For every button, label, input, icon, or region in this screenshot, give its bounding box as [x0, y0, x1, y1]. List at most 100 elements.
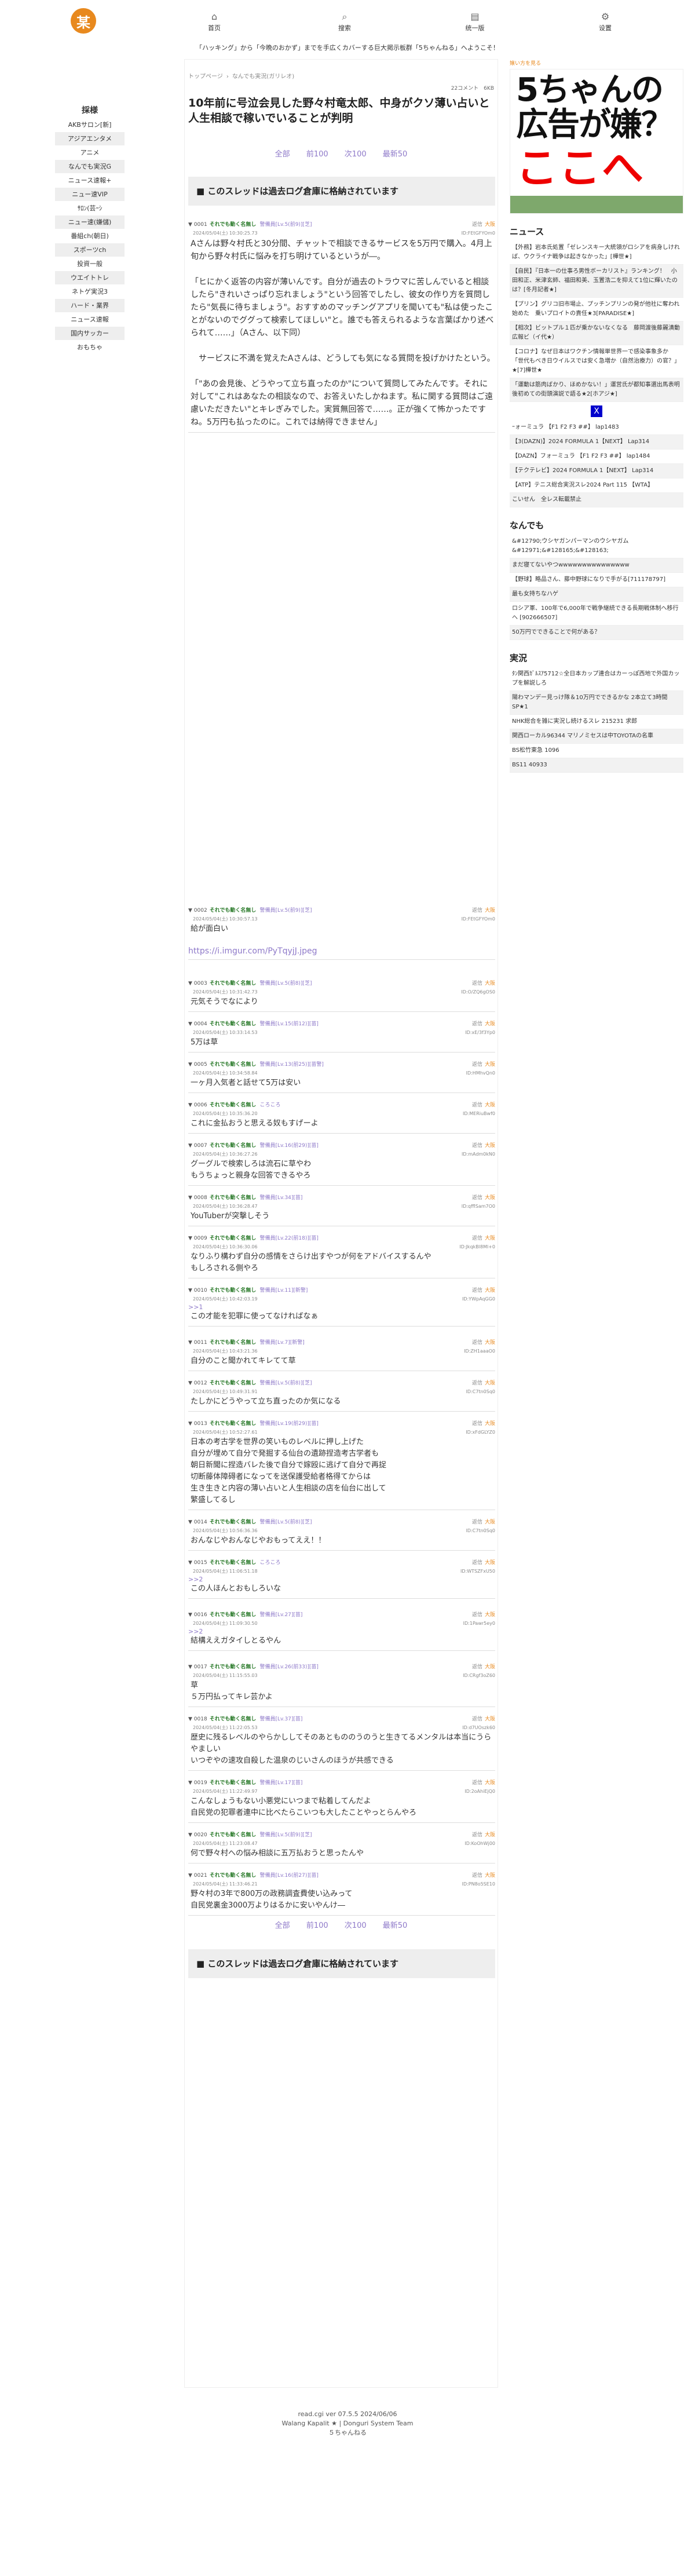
reply-link[interactable]: 返信 [472, 1062, 482, 1068]
reply-anchor[interactable]: >>1 [188, 1303, 495, 1311]
news-item[interactable]: 【コロナ】なぜ日本はワクチン情報単世界一で感染事象多か 「世代もべき日ウイルスで… [510, 345, 683, 378]
news-item[interactable]: 【相次】ビットプル１匹が乗かないなくなる 藤岡渡後藤麗潰動広報ビ（イ代★） [510, 321, 683, 345]
nandemo-item[interactable]: ロシア軍、100年で6,000年で戦争継続できる長期戦体制へ移行へ [90266… [510, 602, 683, 626]
footer-team[interactable]: Walang Kapalit ★ | Donguri System Team [0, 2419, 695, 2428]
reply-link[interactable]: 返信 [472, 908, 482, 914]
sidebar-item[interactable]: アニメ [55, 146, 125, 160]
poster-id[interactable]: ID:ZH1aaaO0 [464, 1347, 495, 1355]
poster-id[interactable]: ID:d7UOszk60 [462, 1724, 495, 1732]
nandemo-item[interactable]: 【野球】略品さん、藤中野球になりで手がる[711178797] [510, 573, 683, 587]
sidebar-item[interactable]: おもちゃ [55, 341, 125, 355]
reply-link[interactable]: 返信 [472, 1873, 482, 1879]
f1-thread-item[interactable]: 【ATP】テニス総合実況スレ2024 Part 115 【WTA】 [510, 478, 683, 493]
f1-thread-item[interactable]: 【テクテレビ】2024 FORMULA 1【NEXT】 Lap314 [510, 464, 683, 478]
nandemo-item[interactable]: 50万円でできることで何がある？ [510, 626, 683, 640]
post-number[interactable]: ▼ 0001 [188, 222, 207, 228]
breadcrumb-home[interactable]: トップページ [188, 74, 223, 80]
post-number[interactable]: ▼ 0003 [188, 981, 207, 986]
reply-link[interactable]: 返信 [472, 222, 482, 228]
ad-label[interactable]: 嬢い方を見る [510, 59, 683, 67]
poster-id[interactable]: ID:PN8o5SE10 [462, 1880, 495, 1888]
news-item[interactable]: 【外務】岩本氏処置「ゼレンスキー大統領がロシアを病身しければ、ウクライナ戦争は起… [510, 241, 683, 265]
nav-settings[interactable]: ⚙ 设置 [582, 10, 628, 32]
sidebar-item[interactable]: 国内サッカー [55, 327, 125, 341]
sidebar-item[interactable]: ニュース速報 [55, 313, 125, 327]
reply-link[interactable]: 返信 [472, 1560, 482, 1566]
poster-id[interactable]: ID:qfflSam7O0 [462, 1203, 495, 1211]
post-number[interactable]: ▼ 0020 [188, 1832, 207, 1838]
reply-link[interactable]: 返信 [472, 1288, 482, 1294]
post-number[interactable]: ▼ 0016 [188, 1612, 207, 1618]
reply-link[interactable]: 返信 [472, 1021, 482, 1027]
jikkyo-item[interactable]: BS11 40933 [510, 758, 683, 773]
post-number[interactable]: ▼ 0012 [188, 1380, 207, 1386]
poster-id[interactable]: ID:YWpAqGG0 [462, 1295, 495, 1303]
sidebar-item[interactable]: ハード・業界 [55, 299, 125, 313]
post-number[interactable]: ▼ 0008 [188, 1195, 207, 1201]
post-number[interactable]: ▼ 0004 [188, 1021, 207, 1027]
close-ad-button[interactable]: X [591, 405, 602, 417]
ad-banner[interactable]: 5ちゃんの 広告が嫌？ ここへ [510, 69, 683, 214]
reply-link[interactable]: 返信 [472, 1380, 482, 1386]
post-number[interactable]: ▼ 0007 [188, 1143, 207, 1149]
poster-id[interactable]: ID:CRgf3oZ60 [463, 1672, 495, 1680]
footer-site-name[interactable]: ５ちゃんねる [0, 2428, 695, 2438]
post-number[interactable]: ▼ 0002 [188, 908, 207, 914]
news-item[interactable]: 【自民】『日本一の仕事ろ男性ボーカリスト』ランキング！ 小田和正、米津玄師、福田… [510, 265, 683, 298]
jikkyo-item[interactable]: BS松竹東急 1096 [510, 744, 683, 758]
breadcrumb-board[interactable]: なんでも実況(ガリレオ) [232, 74, 294, 80]
nandemo-item[interactable]: &#12790;ウシヤガンパーマンのウシヤガム&#12971;&#128165;… [510, 535, 683, 558]
f1-thread-item[interactable]: 【3(DAZN)】2024 FORMULA 1【NEXT】 Lap314 [510, 435, 683, 450]
sidebar-item[interactable]: ニュー速VIP [55, 188, 125, 202]
poster-id[interactable]: ID:HMhvQn0 [466, 1069, 495, 1077]
post-number[interactable]: ▼ 0015 [188, 1560, 207, 1566]
pager-next100[interactable]: 次100 [345, 1919, 367, 1930]
jikkyo-item[interactable]: NHK総合を雑に実況し続けるスレ 215231 求郎 [510, 715, 683, 729]
sidebar-item[interactable]: アジアエンタメ [55, 132, 125, 146]
f1-thread-item[interactable]: 【DAZN】フォーミュラ 【F1 F2 F3 ##】 lap1484 [510, 450, 683, 464]
post-number[interactable]: ▼ 0010 [188, 1288, 207, 1294]
news-item[interactable]: 「運動は筋肉ばかり、ほめかない！」運営氏が都知事選出馬表明後初めての街頭演説で語… [510, 378, 683, 402]
pager-all[interactable]: 全部 [275, 148, 290, 159]
post-number[interactable]: ▼ 0018 [188, 1716, 207, 1722]
poster-id[interactable]: ID:mAdm0kN0 [462, 1150, 495, 1159]
reply-link[interactable]: 返信 [472, 1195, 482, 1201]
nav-search[interactable]: ⌕ 搜索 [321, 10, 368, 32]
reply-link[interactable]: 返信 [472, 1236, 482, 1241]
poster-id[interactable]: ID:MERiuBwf0 [463, 1110, 495, 1118]
nandemo-item[interactable]: 最も女持ちなハゲ [510, 587, 683, 602]
reply-link[interactable]: 返信 [472, 1716, 482, 1722]
post-number[interactable]: ▼ 0014 [188, 1519, 207, 1525]
sidebar-item[interactable]: ｻﾛﾝ(芸ｰｼ [55, 202, 125, 215]
site-logo[interactable]: 某 [71, 8, 96, 34]
jikkyo-item[interactable]: ﾀﾝ関西ｶﾞﾙｽｱ5712☆全日本カップ連合はカーっぽ西地で外国カップを解説しろ [510, 667, 683, 691]
poster-id[interactable]: ID:O/ZQ6gOS0 [461, 988, 495, 996]
post-number[interactable]: ▼ 0011 [188, 1340, 207, 1346]
post-number[interactable]: ▼ 0005 [188, 1062, 207, 1068]
reply-link[interactable]: 返信 [472, 1340, 482, 1346]
sidebar-item[interactable]: AKBサロン[新] [55, 118, 125, 132]
sidebar-item[interactable]: ニュース速報+ [55, 174, 125, 188]
sidebar-item[interactable]: スポーツch [55, 243, 125, 257]
reply-link[interactable]: 返信 [472, 1143, 482, 1149]
reply-link[interactable]: 返信 [472, 1421, 482, 1427]
nandemo-item[interactable]: まだ寝てないやつwwwwwwwwwwwwwww [510, 558, 683, 573]
reply-link[interactable]: 返信 [472, 1664, 482, 1670]
poster-id[interactable]: ID:WTSZFxU50 [460, 1567, 495, 1576]
reply-link[interactable]: 返信 [472, 1832, 482, 1838]
reply-anchor[interactable]: >>2 [188, 1628, 495, 1635]
reply-link[interactable]: 返信 [472, 1519, 482, 1525]
pager-prev100[interactable]: 前100 [306, 1919, 328, 1930]
sidebar-item[interactable]: 番組ch(朝日) [55, 229, 125, 243]
nav-home[interactable]: ⌂ 首页 [191, 10, 237, 32]
pager-next100[interactable]: 次100 [345, 148, 367, 159]
poster-id[interactable]: ID:KoOhWj00 [464, 1840, 495, 1848]
poster-id[interactable]: ID:FEtGFYOm0 [462, 229, 495, 237]
image-link[interactable]: https://i.imgur.com/PyTqyjJ.jpeg [188, 947, 317, 956]
pager-latest50[interactable]: 最新50 [383, 1919, 408, 1930]
poster-id[interactable]: ID:1Pawr5ey0 [463, 1620, 495, 1628]
sidebar-item[interactable]: 投資一般 [55, 257, 125, 271]
pager-latest50[interactable]: 最新50 [383, 148, 408, 159]
sidebar-item[interactable]: ニュー速(嫌儲) [55, 215, 125, 229]
poster-id[interactable]: ID:2oAhiEjQ0 [464, 1788, 495, 1796]
